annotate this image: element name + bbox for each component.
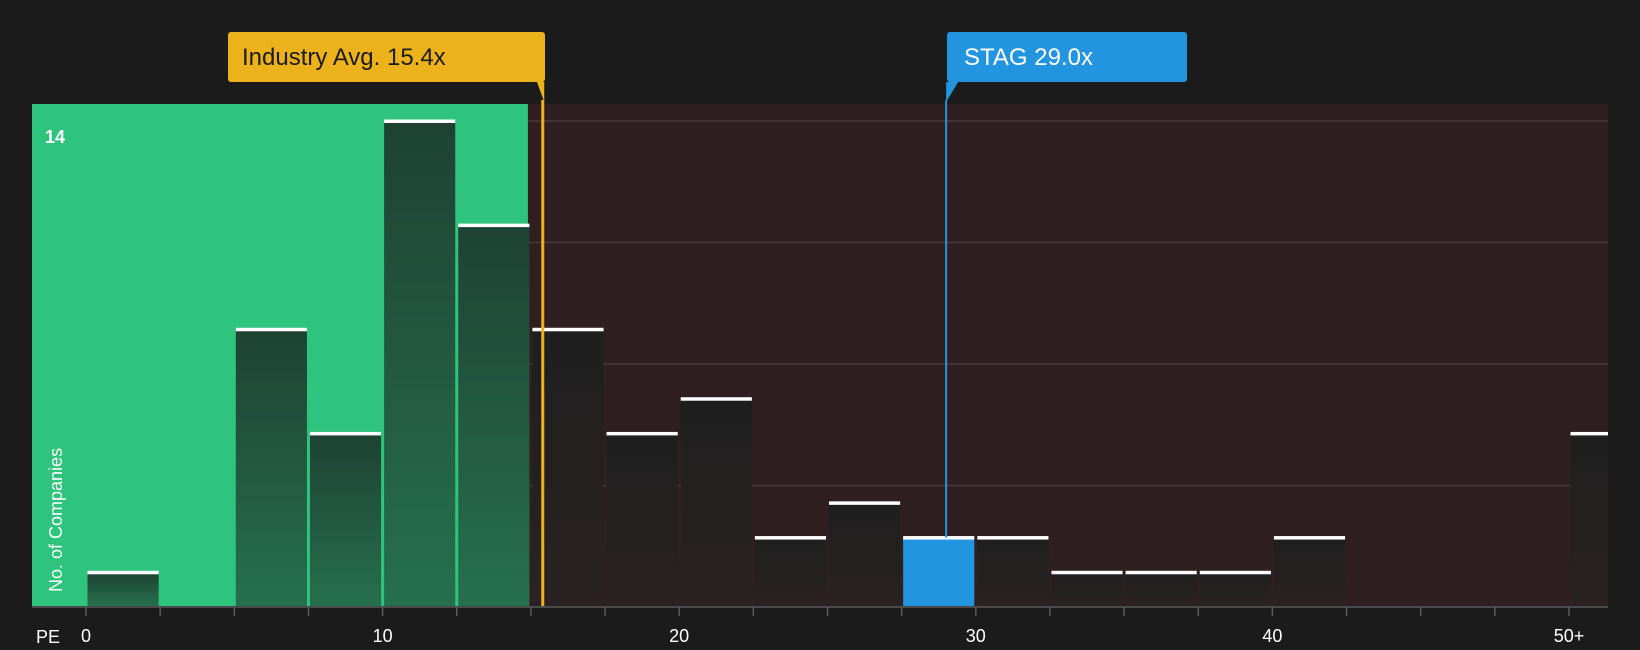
x-tick-label: 10: [373, 626, 393, 646]
histogram-bar: [1199, 572, 1271, 607]
bar-cap: [384, 119, 456, 123]
histogram-bar: [235, 329, 307, 607]
histogram-bar: [1570, 433, 1608, 607]
industry-avg-pointer: [537, 82, 545, 102]
histogram-bar: [977, 537, 1049, 607]
y-tick-label: 14: [45, 127, 65, 147]
x-tick-label: 40: [1262, 626, 1282, 646]
bar-cap: [1199, 570, 1271, 575]
highlighted-bar: [903, 537, 975, 607]
industry-avg-label: Industry Avg. 15.4x: [242, 44, 446, 71]
bar-cap: [754, 536, 826, 540]
bar-cap: [458, 223, 530, 228]
histogram-bar: [458, 225, 530, 607]
x-tick-label: 0: [81, 626, 91, 646]
bar-cap: [1570, 431, 1608, 436]
pe-distribution-chart: 0 10 20 30 40 50+ PE 14 No. of Companies Industr…: [32, 32, 1608, 647]
bar-cap: [977, 536, 1049, 540]
company-pe-pointer: [946, 82, 959, 102]
bar-cap: [606, 431, 678, 436]
histogram-bar: [829, 502, 901, 607]
histogram-bar: [87, 572, 159, 607]
histogram-bar: [309, 433, 382, 607]
bar-cap: [680, 397, 752, 401]
histogram-bar: [1125, 572, 1197, 607]
bar-cap: [903, 536, 975, 540]
x-axis-title: PE: [36, 627, 60, 647]
company-pe-label: STAG 29.0x: [964, 44, 1093, 71]
histogram-bar: [680, 398, 752, 607]
histogram-bar: [384, 121, 456, 607]
bar-cap: [829, 501, 901, 505]
bar-cap: [87, 570, 159, 575]
y-axis-title: No. of Companies: [46, 448, 66, 592]
x-tick-label: 50+: [1554, 626, 1585, 646]
histogram-bar: [1273, 537, 1346, 607]
x-tick-label: 30: [966, 626, 986, 646]
histogram-bar: [1051, 572, 1123, 607]
histogram-bar: [754, 537, 826, 607]
bar-cap: [1125, 570, 1197, 575]
bar-cap: [309, 431, 382, 436]
bar-cap: [235, 327, 307, 332]
bar-cap: [1051, 570, 1123, 575]
histogram-bar: [606, 433, 678, 607]
bar-cap: [1273, 536, 1346, 540]
x-tick-label: 20: [669, 626, 689, 646]
